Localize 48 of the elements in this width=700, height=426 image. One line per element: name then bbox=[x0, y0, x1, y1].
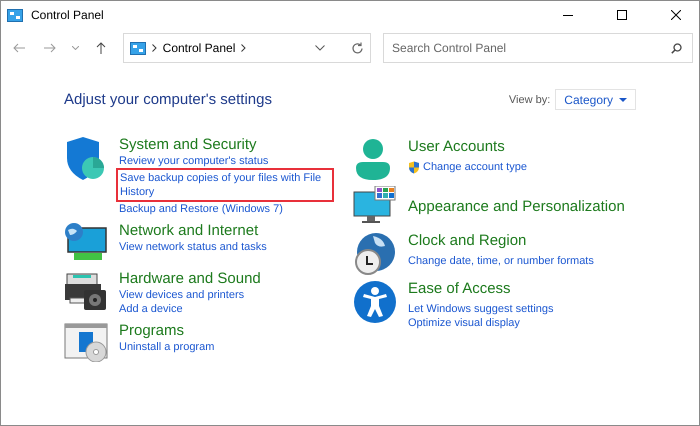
category-title[interactable]: Network and Internet bbox=[119, 222, 267, 240]
chevron-icon bbox=[152, 44, 157, 52]
address-bar[interactable]: Control Panel bbox=[122, 33, 372, 63]
category-title[interactable]: Hardware and Sound bbox=[119, 270, 261, 288]
category-title[interactable]: Ease of Access bbox=[408, 280, 554, 298]
search-icon bbox=[671, 43, 682, 54]
task-link[interactable]: View network status and tasks bbox=[119, 240, 267, 254]
view-by-dropdown[interactable]: Category bbox=[555, 89, 636, 110]
breadcrumb[interactable]: Control Panel bbox=[162, 41, 236, 55]
task-link[interactable]: Add a device bbox=[119, 302, 183, 316]
page-heading: Adjust your computer's settings bbox=[64, 91, 272, 108]
forward-arrow-icon bbox=[44, 43, 56, 53]
programs-disc-icon bbox=[64, 322, 108, 362]
back-arrow-icon bbox=[12, 43, 25, 53]
user-icon bbox=[353, 138, 393, 182]
globe-clock-icon bbox=[353, 232, 397, 276]
task-link[interactable]: View devices and printers bbox=[119, 288, 244, 302]
up-arrow-icon bbox=[96, 42, 106, 54]
task-link[interactable]: Change account type bbox=[423, 160, 527, 174]
chevron-icon bbox=[241, 44, 246, 52]
shield-icon bbox=[64, 136, 106, 182]
window-title: Control Panel bbox=[31, 8, 105, 22]
task-link[interactable]: Uninstall a program bbox=[119, 340, 214, 354]
task-link[interactable]: Backup and Restore (Windows 7) bbox=[119, 202, 283, 216]
view-by-label: View by: bbox=[508, 94, 550, 106]
minimize-icon bbox=[563, 14, 573, 16]
task-link[interactable]: Let Windows suggest settings bbox=[408, 302, 554, 316]
close-icon bbox=[671, 10, 681, 20]
accessibility-icon bbox=[353, 280, 397, 324]
category-title[interactable]: Appearance and Personalization bbox=[408, 198, 625, 216]
dropdown-icon[interactable] bbox=[315, 45, 326, 51]
network-monitor-icon bbox=[64, 222, 108, 262]
search-field[interactable]: Search Control Panel bbox=[383, 33, 694, 63]
category-title[interactable]: User Accounts bbox=[408, 138, 527, 156]
task-link[interactable]: Review your computer's status bbox=[119, 154, 268, 168]
category-title[interactable]: Programs bbox=[119, 322, 214, 340]
maximize-icon bbox=[617, 10, 627, 20]
task-link[interactable]: Change date, time, or number formats bbox=[408, 254, 594, 268]
control-panel-icon bbox=[130, 42, 146, 54]
monitor-palette-icon bbox=[353, 186, 397, 226]
category-title[interactable]: System and Security bbox=[119, 136, 334, 154]
task-link[interactable]: Optimize visual display bbox=[408, 316, 520, 330]
category-title[interactable]: Clock and Region bbox=[408, 232, 594, 250]
caret-icon bbox=[619, 98, 627, 102]
chevron-down-icon bbox=[72, 46, 79, 50]
control-panel-icon bbox=[7, 8, 23, 22]
task-link[interactable]: Save backup copies of your files with File History bbox=[116, 168, 334, 202]
refresh-icon[interactable] bbox=[351, 42, 364, 54]
